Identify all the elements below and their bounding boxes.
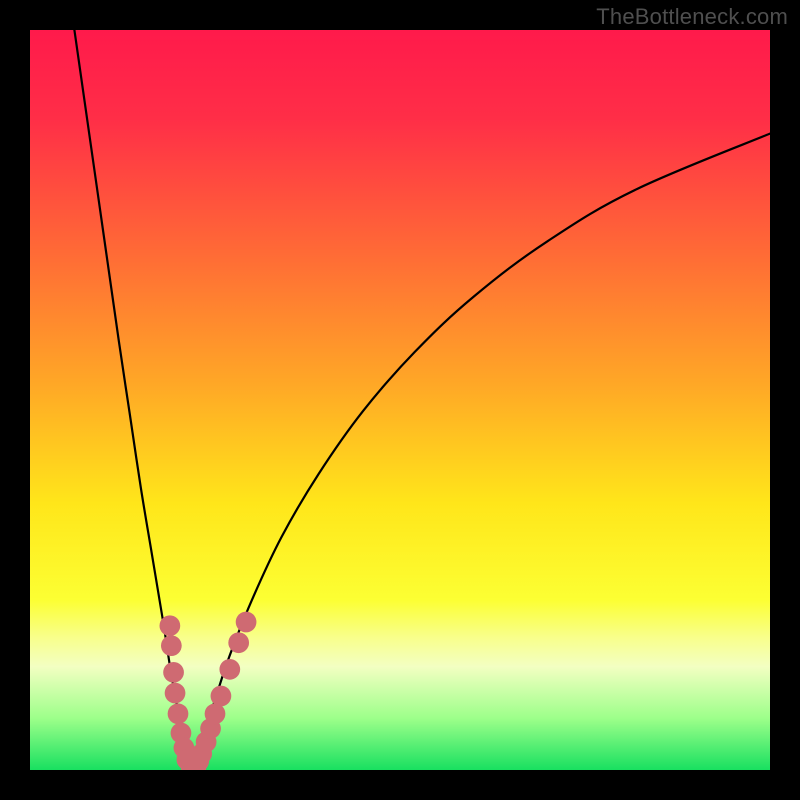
- data-marker: [160, 615, 181, 636]
- data-marker: [205, 703, 226, 724]
- data-marker: [163, 662, 184, 683]
- data-marker: [228, 632, 249, 653]
- data-marker: [211, 686, 232, 707]
- plot-background: [30, 30, 770, 770]
- chart-frame: TheBottleneck.com: [0, 0, 800, 800]
- data-marker: [165, 683, 186, 704]
- data-marker: [219, 659, 240, 680]
- data-marker: [168, 703, 189, 724]
- data-marker: [236, 612, 257, 633]
- data-marker: [161, 635, 182, 656]
- bottleneck-chart: [30, 30, 770, 770]
- watermark-label: TheBottleneck.com: [596, 4, 788, 30]
